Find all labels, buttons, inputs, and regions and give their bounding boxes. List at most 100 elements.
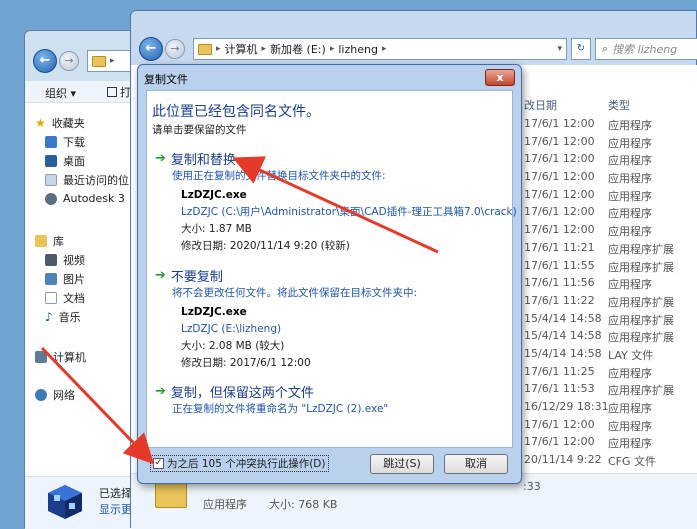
option-keep-both-desc: 正在复制的文件将重命名为 "LzDZJC (2).exe" bbox=[172, 403, 389, 415]
open-button[interactable]: 打 bbox=[107, 84, 131, 100]
table-row[interactable]: 17/6/1 11:22 应用程序扩展 bbox=[524, 294, 697, 312]
nav-item-recent[interactable]: 最近访问的位 bbox=[35, 170, 133, 189]
row-date: 17/6/1 11:21 bbox=[524, 240, 595, 254]
skip-modified: 修改日期: 2017/6/1 12:00 bbox=[181, 357, 311, 369]
back-nav-back-button[interactable]: ← bbox=[33, 49, 57, 73]
apply-all-checkbox[interactable]: ✓ 为之后 105 个冲突执行此操作(D) bbox=[150, 455, 329, 472]
table-row[interactable]: 17/6/1 12:00 应用程序 bbox=[524, 170, 697, 188]
dialog-heading: 此位置已经包含同名文件。 bbox=[152, 104, 320, 120]
table-row[interactable]: 17/6/1 12:00 应用程序 bbox=[524, 188, 697, 206]
row-type: 应用程序扩展 bbox=[608, 331, 674, 345]
row-type: 应用程序 bbox=[608, 189, 652, 203]
table-row[interactable]: 17/6/1 12:00 应用程序 bbox=[524, 205, 697, 223]
row-date: 17/6/1 12:00 bbox=[524, 117, 595, 130]
window-icon bbox=[107, 87, 117, 97]
search-input[interactable]: ⌕ 搜索 lizheng bbox=[595, 38, 697, 60]
nav-item-label: 图片 bbox=[63, 272, 85, 286]
back-nav-forward-button[interactable]: → bbox=[59, 51, 79, 71]
nav-item-documents[interactable]: 文档 bbox=[35, 288, 133, 307]
desktop-icon bbox=[45, 154, 57, 167]
table-row[interactable]: 17/6/1 11:25 应用程序 bbox=[524, 365, 697, 383]
nav-network[interactable]: 网络 bbox=[35, 385, 133, 404]
nav-favorites[interactable]: ★ 收藏夹 bbox=[35, 113, 133, 132]
table-row[interactable]: 17/6/1 12:00 应用程序 bbox=[524, 152, 697, 170]
back-button[interactable]: ← bbox=[139, 37, 163, 61]
breadcrumb-folder[interactable]: lizheng bbox=[338, 43, 378, 56]
dialog-title: 复制文件 bbox=[144, 73, 188, 86]
nav-item-desktop[interactable]: 桌面 bbox=[35, 151, 133, 170]
refresh-button[interactable]: ↻ bbox=[571, 38, 591, 60]
row-date: 17/6/1 12:00 bbox=[524, 187, 595, 201]
cancel-button[interactable]: 取消 bbox=[444, 454, 508, 474]
table-row[interactable]: 17/6/1 11:56 应用程序 bbox=[524, 276, 697, 294]
row-type: 应用程序 bbox=[608, 154, 652, 168]
checkbox-checked-icon: ✓ bbox=[153, 458, 164, 469]
table-row[interactable]: 16/12/29 18:31 应用程序 bbox=[524, 400, 697, 418]
table-row[interactable]: 17/6/1 11:53 应用程序扩展 bbox=[524, 382, 697, 400]
row-date: 17/6/1 12:00 bbox=[524, 417, 595, 431]
nav-item-label: 视频 bbox=[63, 253, 85, 267]
option-skip-desc: 将不会更改任何文件。将此文件保留在目标文件夹中: bbox=[172, 287, 418, 299]
nav-item-downloads[interactable]: 下载 bbox=[35, 132, 133, 151]
forward-button[interactable]: → bbox=[165, 39, 185, 59]
table-row[interactable]: 17/6/1 12:00 应用程序 bbox=[524, 135, 697, 153]
row-type: 应用程序 bbox=[608, 207, 652, 221]
row-type: 应用程序 bbox=[608, 136, 652, 150]
close-button[interactable]: x bbox=[485, 69, 515, 86]
row-type: 应用程序 bbox=[608, 172, 652, 186]
option-keep-both[interactable]: ➔ 复制，但保留这两个文件 正在复制的文件将重命名为 "LzDZJC (2).ex… bbox=[155, 382, 507, 418]
nav-item-autodesk[interactable]: Autodesk 3 bbox=[35, 189, 133, 208]
row-date: 17/6/1 11:22 bbox=[524, 293, 595, 307]
table-row[interactable]: 20/11/14 9:22 CFG 文件 bbox=[524, 453, 697, 471]
nav-item-videos[interactable]: 视频 bbox=[35, 250, 133, 269]
row-type: 应用程序 bbox=[608, 119, 652, 132]
skip-filename: LzDZJC.exe bbox=[181, 306, 247, 318]
column-type[interactable]: 类型 bbox=[608, 97, 630, 113]
row-type: 应用程序 bbox=[608, 278, 652, 292]
chevron-right-icon: ▸ bbox=[216, 44, 221, 54]
nav-computer[interactable]: 计算机 bbox=[35, 347, 133, 366]
close-icon: x bbox=[496, 71, 504, 84]
table-row[interactable]: 17/6/1 12:00 应用程序 bbox=[524, 117, 697, 135]
nav-libraries[interactable]: 库 bbox=[35, 231, 133, 250]
row-date: 15/4/14 14:58 bbox=[524, 329, 602, 343]
nav-libraries-label: 库 bbox=[53, 234, 64, 248]
option-copy-replace[interactable]: ➔ 复制和替换 使用正在复制的文件替换目标文件夹中的文件: LzDZJC.exe … bbox=[155, 149, 517, 255]
organize-menu[interactable]: 组织 ▾ bbox=[45, 85, 76, 101]
search-placeholder: 搜索 lizheng bbox=[612, 43, 678, 56]
skip-button[interactable]: 跳过(S) bbox=[370, 454, 434, 474]
column-date[interactable]: 改日期 bbox=[524, 97, 557, 113]
table-row[interactable]: 17/6/1 11:21 应用程序扩展 bbox=[524, 241, 697, 259]
table-row[interactable]: 17/6/1 12:00 应用程序 bbox=[524, 223, 697, 241]
row-type: 应用程序扩展 bbox=[608, 295, 674, 309]
option-skip[interactable]: ➔ 不要复制 将不会更改任何文件。将此文件保留在目标文件夹中: LzDZJC.ex… bbox=[155, 266, 507, 372]
table-row[interactable]: 15/4/14 14:58 应用程序扩展 bbox=[524, 329, 697, 347]
address-bar[interactable]: ▸ 计算机 ▸ 新加卷 (E:) ▸ lizheng ▸ ▾ bbox=[193, 38, 567, 60]
table-row[interactable]: 17/6/1 11:55 应用程序扩展 bbox=[524, 259, 697, 277]
folder-icon bbox=[92, 55, 106, 67]
nav-item-pictures[interactable]: 图片 bbox=[35, 269, 133, 288]
row-date: 20/11/14 9:22 bbox=[524, 453, 602, 467]
row-date: 17/6/1 11:53 bbox=[524, 382, 595, 396]
row-date: 17/6/1 12:00 bbox=[524, 134, 595, 148]
table-row[interactable]: 15/4/14 14:58 LAY 文件 bbox=[524, 347, 697, 365]
nav-computer-label: 计算机 bbox=[53, 350, 86, 364]
status-show-more-link[interactable]: 显示更 bbox=[99, 501, 132, 517]
breadcrumb-computer[interactable]: 计算机 bbox=[225, 41, 258, 57]
app-cube-icon bbox=[45, 483, 85, 521]
download-folder-icon bbox=[45, 135, 57, 148]
table-row[interactable]: 17/6/1 12:00 应用程序 bbox=[524, 418, 697, 436]
breadcrumb-drive[interactable]: 新加卷 (E:) bbox=[270, 41, 326, 57]
nav-item-music[interactable]: ♪ 音乐 bbox=[35, 307, 133, 326]
table-row[interactable]: 17/6/1 12:00 应用程序 bbox=[524, 435, 697, 453]
row-date: 17/6/1 11:55 bbox=[524, 258, 595, 272]
green-arrow-icon: ➔ bbox=[155, 384, 166, 399]
chevron-down-icon[interactable]: ▾ bbox=[557, 44, 562, 54]
dialog-footer: ✓ 为之后 105 个冲突执行此操作(D) 跳过(S) 取消 bbox=[146, 448, 513, 478]
row-date: 17/6/1 12:00 bbox=[524, 205, 595, 219]
dialog-body: 此位置已经包含同名文件。 请单击要保留的文件 ➔ 复制和替换 使用正在复制的文件替… bbox=[146, 90, 517, 448]
option-skip-title: 不要复制 bbox=[170, 270, 223, 285]
green-arrow-icon: ➔ bbox=[155, 151, 166, 166]
replace-path: LzDZJC (C:\用户\Administrator\桌面\CAD插件-理正工… bbox=[181, 206, 517, 218]
table-row[interactable]: 15/4/14 14:58 应用程序扩展 bbox=[524, 312, 697, 330]
